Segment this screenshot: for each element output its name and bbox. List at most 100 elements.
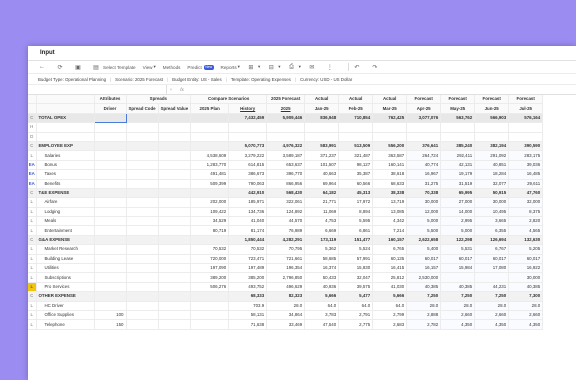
spread-code-cell[interactable] bbox=[126, 254, 159, 265]
month-cell[interactable]: 28.0 bbox=[474, 301, 510, 312]
driver-cell[interactable] bbox=[94, 301, 127, 312]
refresh-button[interactable]: ⟳ bbox=[56, 63, 67, 71]
month-cell[interactable]: 60,017 bbox=[440, 254, 476, 265]
month-type-header[interactable]: Actual bbox=[338, 95, 374, 105]
driver-cell[interactable] bbox=[94, 244, 127, 255]
month-cell[interactable]: 10,495 bbox=[474, 207, 510, 218]
month-cell[interactable]: 4,350 bbox=[440, 319, 476, 330]
spread-value-header[interactable]: Spread Value bbox=[158, 103, 192, 114]
undo-button[interactable]: ↶ bbox=[353, 63, 364, 71]
spread-value-cell[interactable] bbox=[158, 188, 192, 199]
month-cell[interactable]: 44,231 bbox=[474, 282, 510, 293]
month-cell[interactable]: 382,194 bbox=[474, 141, 510, 152]
month-cell[interactable]: 2,660 bbox=[508, 310, 544, 321]
month-cell[interactable]: 264,724 bbox=[406, 150, 442, 161]
month-cell[interactable]: 6,355 bbox=[474, 225, 510, 236]
row-flag[interactable]: L bbox=[28, 301, 37, 312]
month-cell[interactable]: 40,851 bbox=[474, 160, 510, 171]
spread-value-cell[interactable] bbox=[158, 254, 192, 265]
spread-code-cell[interactable] bbox=[126, 272, 159, 283]
spread-code-cell[interactable] bbox=[126, 225, 159, 236]
month-cell[interactable]: 19,179 bbox=[440, 169, 476, 180]
driver-cell[interactable] bbox=[94, 179, 127, 189]
month-type-header[interactable]: Actual bbox=[304, 95, 340, 105]
spread-code-cell[interactable] bbox=[126, 113, 159, 124]
more-button[interactable]: ⋮ bbox=[326, 63, 337, 71]
row-flag[interactable]: L bbox=[28, 282, 37, 293]
month-cell[interactable]: 16,485 bbox=[508, 169, 544, 180]
month-cell[interactable] bbox=[440, 122, 476, 133]
month-cell[interactable] bbox=[406, 122, 442, 133]
row-flag[interactable]: D bbox=[28, 132, 37, 142]
row-flag[interactable]: L bbox=[28, 244, 37, 255]
spread-code-cell[interactable] bbox=[126, 132, 159, 142]
spread-code-cell[interactable] bbox=[126, 310, 159, 321]
spread-value-cell[interactable] bbox=[158, 179, 192, 189]
spread-code-cell[interactable] bbox=[126, 188, 159, 199]
month-cell[interactable]: 17,080 bbox=[474, 263, 510, 274]
month-cell[interactable]: 39,036 bbox=[508, 160, 544, 171]
spread-value-cell[interactable] bbox=[158, 141, 192, 152]
month-cell[interactable]: 122,298 bbox=[440, 235, 476, 246]
driver-cell[interactable] bbox=[94, 235, 127, 246]
driver-cell[interactable] bbox=[94, 188, 127, 199]
row-flag[interactable]: L bbox=[28, 225, 37, 236]
spread-code-cell[interactable] bbox=[126, 122, 159, 133]
month-cell[interactable]: 2,530,000 bbox=[406, 272, 442, 283]
month-cell[interactable]: 566,903 bbox=[474, 113, 510, 124]
predict-menu[interactable]: Predict New bbox=[187, 64, 214, 70]
attributes-header[interactable]: Attributes bbox=[94, 95, 127, 105]
month-cell[interactable]: 40,385 bbox=[508, 282, 544, 293]
month-cell[interactable]: 29,611 bbox=[508, 179, 544, 189]
month-cell[interactable]: 31,275 bbox=[406, 179, 442, 189]
month-cell[interactable]: 8,375 bbox=[508, 207, 544, 218]
month-cell[interactable]: 5,531 bbox=[440, 244, 476, 255]
spread-code-cell[interactable] bbox=[126, 301, 159, 312]
month-cell[interactable] bbox=[440, 272, 476, 283]
compare-scenarios-header[interactable]: Compare Scenarios bbox=[190, 95, 268, 105]
month-cell[interactable]: 292,411 bbox=[440, 150, 476, 161]
month-cell[interactable]: 40,385 bbox=[440, 282, 476, 293]
month-cell[interactable]: 5,205 bbox=[508, 244, 544, 255]
month-cell[interactable]: 576,164 bbox=[508, 113, 544, 124]
spread-code-cell[interactable] bbox=[126, 291, 159, 302]
month-cell[interactable]: 16,922 bbox=[508, 263, 544, 274]
spread-code-cell[interactable] bbox=[126, 197, 159, 208]
spread-code-cell[interactable] bbox=[126, 207, 159, 218]
row-flag[interactable]: L bbox=[28, 216, 37, 227]
month-cell[interactable]: 390,590 bbox=[508, 141, 544, 152]
month-cell[interactable]: 2,888 bbox=[406, 310, 442, 321]
month-cell[interactable]: 65,995 bbox=[440, 188, 476, 199]
month-cell[interactable] bbox=[406, 132, 442, 142]
view-menu[interactable]: View ▾ bbox=[143, 64, 156, 70]
spread-code-cell[interactable] bbox=[126, 263, 159, 274]
month-cell[interactable]: 4,565 bbox=[508, 225, 544, 236]
month-cell[interactable] bbox=[474, 132, 510, 142]
month-header[interactable]: Mar-25 bbox=[372, 103, 408, 114]
row-flag[interactable]: H bbox=[28, 122, 37, 133]
month-cell[interactable]: 16,967 bbox=[406, 169, 442, 180]
month-cell[interactable]: 18,284 bbox=[474, 169, 510, 180]
month-cell[interactable]: 2,660 bbox=[474, 310, 510, 321]
spread-code-cell[interactable] bbox=[126, 141, 159, 152]
row-flag[interactable]: C bbox=[28, 235, 37, 246]
spread-code-cell[interactable] bbox=[126, 150, 159, 161]
row-flag[interactable]: L bbox=[28, 207, 37, 218]
month-cell[interactable]: 376,641 bbox=[406, 141, 442, 152]
row-flag[interactable]: EA bbox=[28, 160, 37, 171]
month-cell[interactable]: 7,300 bbox=[508, 291, 544, 302]
spread-code-cell[interactable] bbox=[126, 179, 159, 189]
month-cell[interactable]: 60,017 bbox=[508, 254, 544, 265]
driver-cell[interactable]: 100 bbox=[94, 310, 127, 321]
row-flag[interactable]: EA bbox=[28, 169, 37, 180]
month-cell[interactable]: 30,000 bbox=[508, 272, 544, 283]
month-cell[interactable]: 4,350 bbox=[508, 319, 544, 330]
month-cell[interactable]: 2,995 bbox=[440, 216, 476, 227]
driver-cell[interactable] bbox=[94, 141, 127, 152]
month-cell[interactable] bbox=[474, 272, 510, 283]
month-cell[interactable]: 40,385 bbox=[406, 282, 442, 293]
month-cell[interactable]: 5,400 bbox=[406, 244, 442, 255]
format-button[interactable]: ⊟ ▾ bbox=[267, 63, 281, 71]
mail-button[interactable]: ✉ bbox=[308, 63, 319, 71]
month-cell[interactable]: 27,000 bbox=[440, 197, 476, 208]
